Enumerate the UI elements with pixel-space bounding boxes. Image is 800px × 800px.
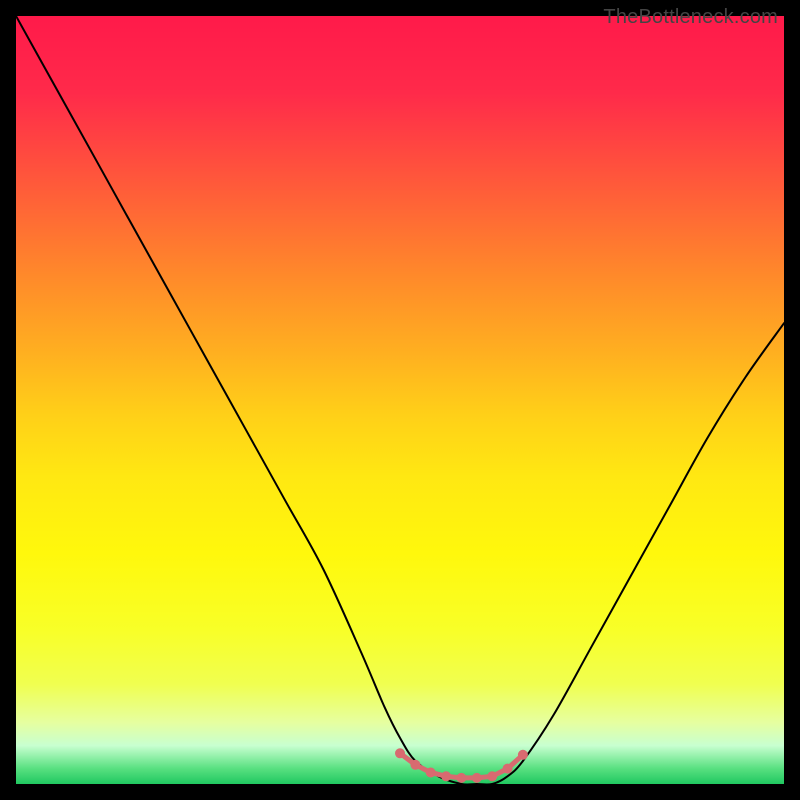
watermark-text: TheBottleneck.com	[603, 6, 778, 29]
plot-area	[16, 16, 784, 784]
